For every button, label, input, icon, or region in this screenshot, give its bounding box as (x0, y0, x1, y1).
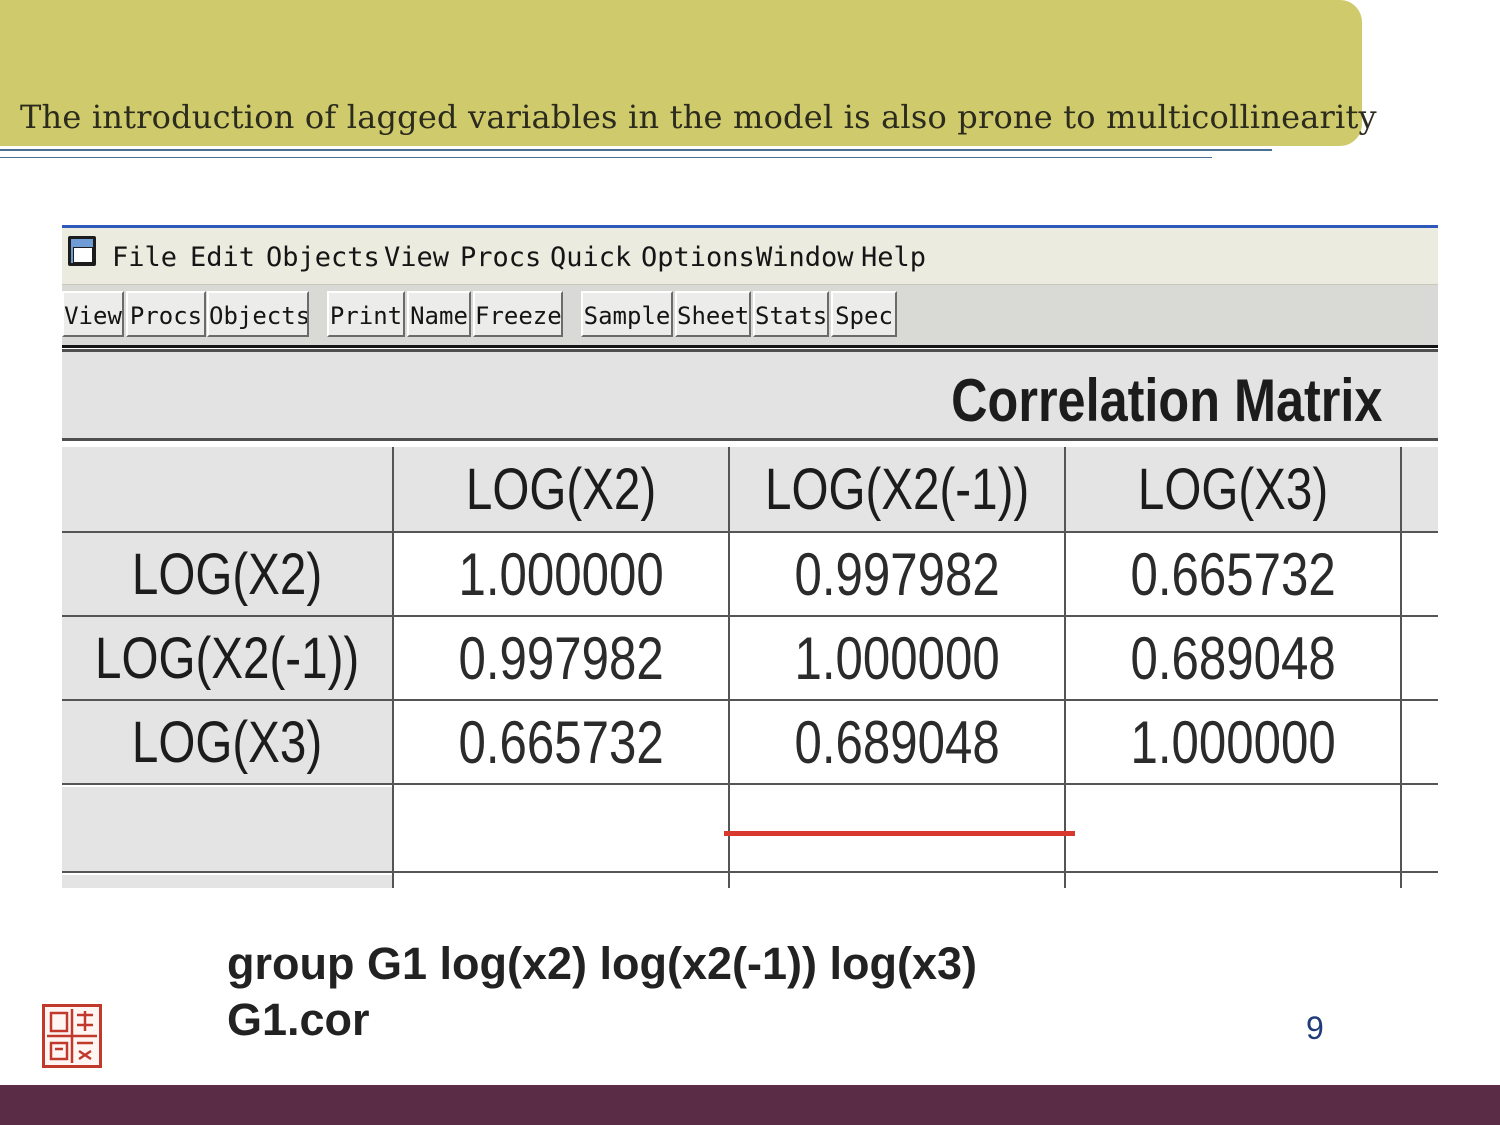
matrix-cell-highlighted[interactable]: 0.997982 (730, 533, 1064, 615)
menu-help[interactable]: Help (861, 242, 926, 273)
menu-bar: File Edit Objects View Procs Quick Optio… (62, 228, 1438, 285)
menu-quick[interactable]: Quick (550, 242, 631, 273)
header-rule-thin (0, 157, 1212, 158)
toolbar-print-button[interactable]: Print (327, 291, 405, 337)
toolbar-view-button[interactable]: View (62, 291, 124, 337)
row-header-empty[interactable] (62, 875, 392, 888)
app-window-icon[interactable] (68, 236, 96, 266)
matrix-cell[interactable]: 0.665732 (1066, 533, 1400, 615)
grid-line (62, 699, 1438, 701)
matrix-cell[interactable]: 1.000000 (394, 533, 728, 615)
matrix-title-bar: Correlation Matrix (62, 349, 1438, 441)
footer-band (0, 1085, 1500, 1125)
grid-line (62, 615, 1438, 617)
column-header[interactable]: LOG(X2(-1)) (730, 447, 1064, 531)
row-header[interactable]: LOG(X2) (62, 533, 392, 615)
grid-line (62, 531, 1438, 533)
menu-objects[interactable]: Objects (266, 242, 380, 273)
matrix-cell[interactable]: 0.689048 (1066, 617, 1400, 699)
header-rule (0, 149, 1272, 151)
highlight-underline (724, 831, 1075, 836)
menu-procs[interactable]: Procs (460, 242, 541, 273)
toolbar-spec-button[interactable]: Spec (831, 291, 897, 337)
object-toolbar: View Procs Objects Print Name Freeze Sam… (62, 285, 1438, 348)
correlation-grid: LOG(X2) LOG(X2(-1)) LOG(X3) LOG(X2) 1.00… (62, 447, 1438, 888)
matrix-cell[interactable]: 0.689048 (730, 701, 1064, 783)
grid-line (62, 871, 1438, 873)
seal-logo (42, 1004, 102, 1068)
grid-line (1064, 447, 1066, 888)
matrix-cell[interactable]: 0.997982 (394, 617, 728, 699)
command-line-cor: G1.cor (227, 994, 370, 1045)
column-header[interactable]: LOG(X2) (394, 447, 728, 531)
toolbar-name-button[interactable]: Name (407, 291, 471, 337)
matrix-title: Correlation Matrix (950, 367, 1382, 434)
row-header-empty[interactable] (62, 787, 392, 871)
menu-window[interactable]: Window (756, 242, 854, 273)
page-number: 9 (1306, 1010, 1324, 1046)
toolbar-sample-button[interactable]: Sample (581, 291, 673, 337)
toolbar-procs-button[interactable]: Procs (126, 291, 206, 337)
column-header[interactable]: LOG(X3) (1066, 447, 1400, 531)
toolbar-freeze-button[interactable]: Freeze (473, 291, 563, 337)
toolbar-stats-button[interactable]: Stats (753, 291, 829, 337)
matrix-cell[interactable]: 1.000000 (730, 617, 1064, 699)
row-header[interactable]: LOG(X2(-1)) (62, 617, 392, 699)
toolbar-objects-button[interactable]: Objects (207, 291, 309, 337)
menu-file[interactable]: File (112, 242, 177, 273)
menu-edit[interactable]: Edit (190, 242, 255, 273)
grid-line (62, 783, 1438, 785)
row-header[interactable]: LOG(X3) (62, 701, 392, 783)
eviews-window: File Edit Objects View Procs Quick Optio… (62, 225, 1438, 888)
column-header-empty[interactable] (1402, 447, 1438, 531)
corner-cell (62, 447, 392, 531)
command-line-group: group G1 log(x2) log(x2(-1)) log(x3) (227, 938, 977, 989)
toolbar-sheet-button[interactable]: Sheet (675, 291, 751, 337)
matrix-cell[interactable]: 1.000000 (1066, 701, 1400, 783)
menu-view[interactable]: View (384, 242, 449, 273)
grid-line (728, 447, 730, 888)
grid-line (392, 447, 394, 888)
slide-title: The introduction of lagged variables in … (20, 98, 1377, 136)
grid-line (1400, 447, 1402, 888)
menu-options[interactable]: Options (641, 242, 755, 273)
matrix-cell[interactable]: 0.665732 (394, 701, 728, 783)
